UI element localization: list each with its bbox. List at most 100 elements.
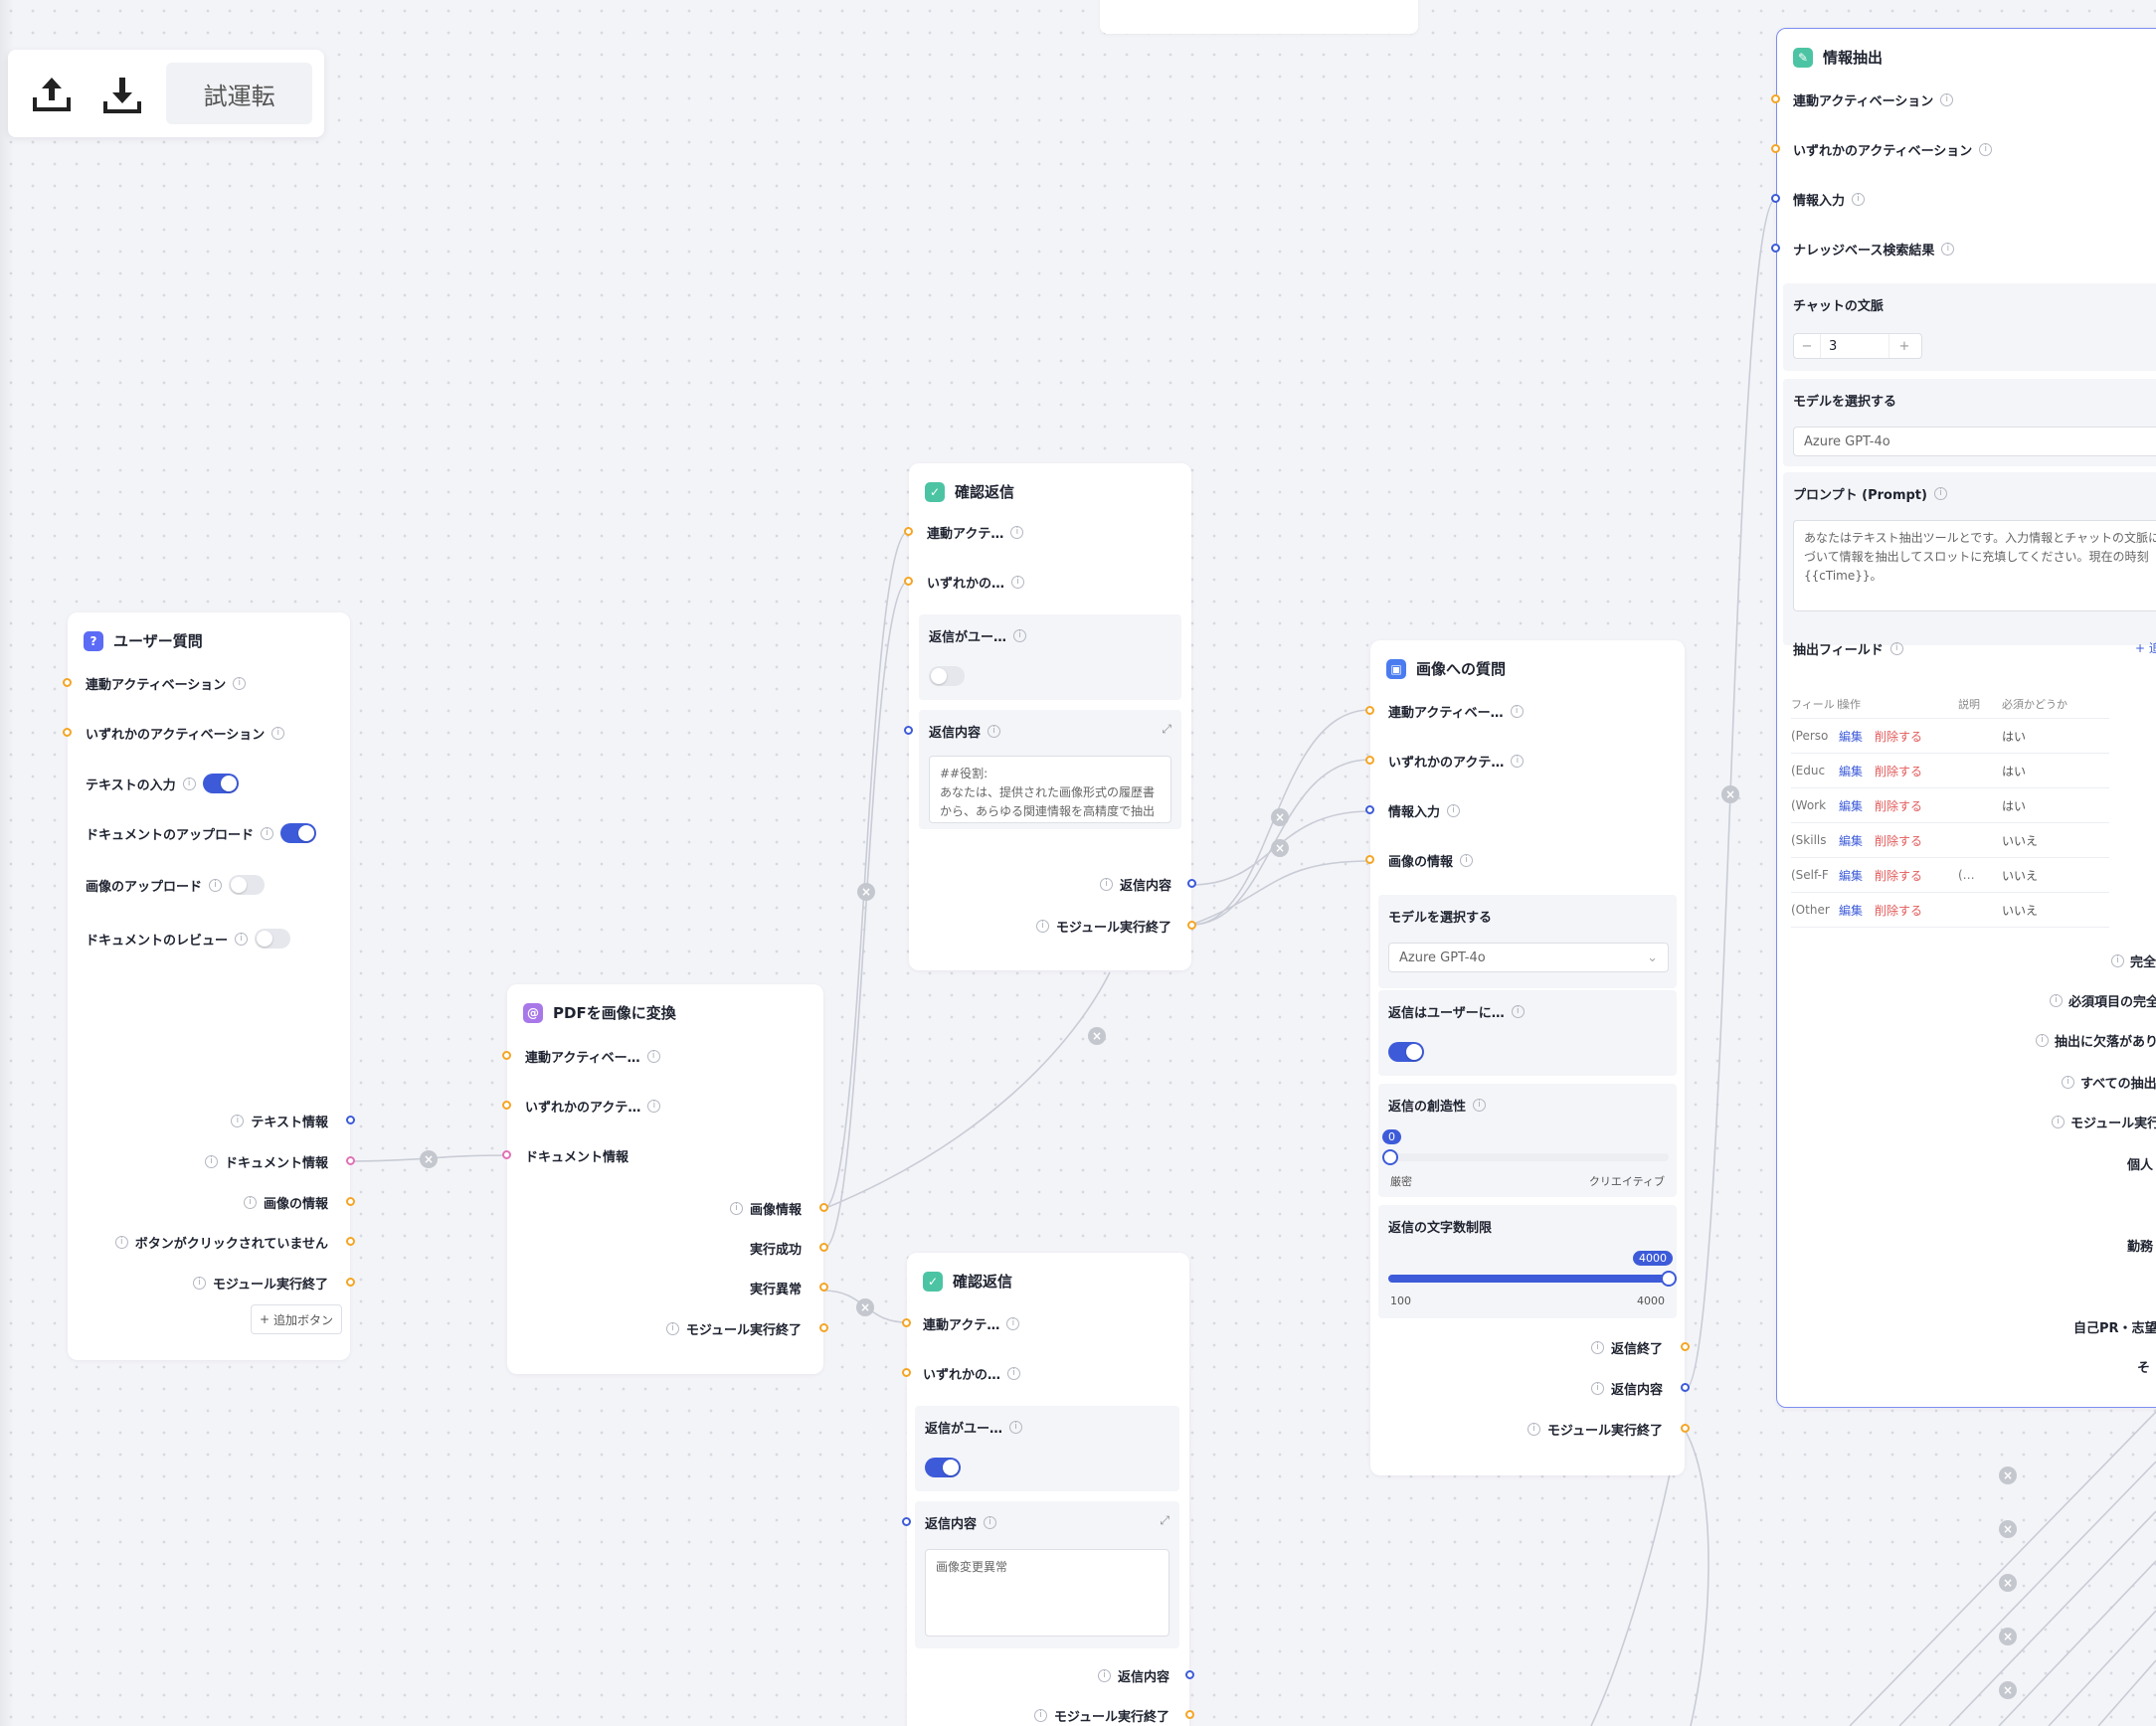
output-port[interactable] bbox=[1185, 1710, 1194, 1719]
creativity-slider-thumb[interactable] bbox=[1382, 1149, 1398, 1165]
input-port[interactable] bbox=[1365, 756, 1374, 765]
input-port[interactable] bbox=[502, 1101, 511, 1110]
output-port[interactable] bbox=[1681, 1424, 1690, 1433]
add-button[interactable]: + 追加ボタン bbox=[251, 1304, 342, 1334]
delete-link[interactable]: 削除する bbox=[1875, 832, 1922, 849]
remove-connection-icon[interactable]: × bbox=[1999, 1574, 2017, 1592]
test-run-button[interactable]: 試運転 bbox=[166, 63, 312, 124]
output-port[interactable] bbox=[819, 1283, 828, 1292]
reply-user-toggle[interactable] bbox=[1388, 1042, 1424, 1062]
node-confirm-reply-2[interactable]: ✓ 確認返信 連動アクテ… i いずれかの… i 返信がユー… i 返信内容 i ⤢ 画… bbox=[902, 1253, 1194, 1726]
remove-connection-icon[interactable]: × bbox=[1721, 785, 1739, 803]
input-port[interactable] bbox=[1771, 144, 1780, 153]
delete-link[interactable]: 削除する bbox=[1875, 867, 1922, 884]
expand-icon[interactable]: ⤢ bbox=[1160, 1513, 1169, 1528]
chevron-down-icon: ⌄ bbox=[1647, 949, 1658, 965]
output-port[interactable] bbox=[819, 1203, 828, 1212]
prompt-textarea[interactable]: あなたはテキスト抽出ツールとです。入力情報とチャットの文脈に基づいて情報を抽出し… bbox=[1793, 520, 2156, 611]
model-select[interactable]: Azure GPT-4o ⌄ bbox=[1388, 943, 1669, 972]
output-port[interactable] bbox=[819, 1243, 828, 1252]
edit-link[interactable]: 編集 bbox=[1839, 867, 1863, 884]
input-port[interactable] bbox=[502, 1051, 511, 1060]
output-port[interactable] bbox=[1681, 1383, 1690, 1392]
input-port[interactable] bbox=[904, 527, 913, 536]
delete-link[interactable]: 削除する bbox=[1875, 763, 1922, 779]
delete-link[interactable]: 削除する bbox=[1875, 728, 1922, 745]
remove-connection-icon[interactable]: × bbox=[1999, 1467, 2017, 1484]
remove-connection-icon[interactable]: × bbox=[857, 883, 875, 901]
remove-connection-icon[interactable]: × bbox=[1271, 839, 1289, 857]
remove-connection-icon[interactable]: × bbox=[1271, 808, 1289, 826]
output-port[interactable] bbox=[346, 1116, 355, 1124]
edit-link[interactable]: 編集 bbox=[1839, 728, 1863, 745]
node-pdf-to-image[interactable]: @ PDFを画像に変換 連動アクティベー… i いずれかのアクテ… i ドキュメント… bbox=[502, 984, 828, 1374]
edit-link[interactable]: 編集 bbox=[1839, 797, 1863, 814]
input-port[interactable] bbox=[902, 1318, 911, 1327]
limit-slider-thumb[interactable] bbox=[1661, 1271, 1677, 1287]
node-image-question[interactable]: ▣ 画像への質問 連動アクティベー… i いずれかのアクテ… i 情報入力 i 画像の… bbox=[1365, 640, 1690, 1475]
remove-connection-icon[interactable]: × bbox=[1088, 1027, 1106, 1045]
reply-user-toggle[interactable] bbox=[925, 1458, 961, 1477]
chat-context-stepper[interactable]: − 3 + bbox=[1793, 333, 1922, 359]
input-port[interactable] bbox=[63, 728, 72, 737]
download-icon[interactable] bbox=[90, 61, 155, 126]
input-port[interactable] bbox=[1771, 244, 1780, 253]
delete-link[interactable]: 削除する bbox=[1875, 902, 1922, 919]
input-port[interactable] bbox=[1771, 194, 1780, 203]
input-port[interactable] bbox=[904, 726, 913, 735]
output-port[interactable] bbox=[346, 1278, 355, 1287]
remove-connection-icon[interactable]: × bbox=[420, 1150, 438, 1168]
input-port[interactable] bbox=[902, 1517, 911, 1526]
input-label: ナレッジベース検索結果 bbox=[1793, 244, 1935, 259]
input-port[interactable] bbox=[63, 678, 72, 687]
edit-link[interactable]: 編集 bbox=[1839, 902, 1863, 919]
toggle-label: ドキュメントのレビュー bbox=[86, 933, 229, 949]
remove-connection-icon[interactable]: × bbox=[1999, 1520, 2017, 1538]
info-icon: i bbox=[231, 1115, 245, 1127]
image-upload-toggle[interactable] bbox=[229, 875, 266, 895]
input-port[interactable] bbox=[502, 1150, 511, 1159]
node-user-question[interactable]: ? ユーザー質問 連動アクティベーション i いずれかのアクティベーション i テキ… bbox=[63, 612, 355, 1360]
input-port[interactable] bbox=[902, 1368, 911, 1377]
upload-icon[interactable] bbox=[20, 61, 85, 126]
add-field-button[interactable]: + 追 bbox=[2135, 639, 2156, 656]
input-port[interactable] bbox=[904, 577, 913, 586]
text-input-toggle[interactable] bbox=[202, 774, 239, 793]
creativity-slider-track[interactable] bbox=[1388, 1153, 1669, 1161]
model-select[interactable]: Azure GPT-4o bbox=[1793, 427, 2156, 456]
output-port[interactable] bbox=[1187, 879, 1196, 888]
input-port[interactable] bbox=[1771, 94, 1780, 103]
output-row: i モジュール実行終了 bbox=[665, 1319, 802, 1338]
delete-link[interactable]: 削除する bbox=[1875, 797, 1922, 814]
output-port[interactable] bbox=[346, 1237, 355, 1246]
reply-user-toggle[interactable] bbox=[929, 666, 965, 686]
output-port[interactable] bbox=[346, 1197, 355, 1206]
remove-connection-icon[interactable]: × bbox=[1999, 1628, 2017, 1645]
document-review-toggle[interactable] bbox=[255, 929, 291, 949]
output-port[interactable] bbox=[819, 1323, 828, 1332]
reply-content-textarea[interactable]: ##役割: あなたは、提供された画像形式の履歴書から、あらゆる関連情報を高精度で… bbox=[929, 756, 1171, 823]
edit-link[interactable]: 編集 bbox=[1839, 763, 1863, 779]
edit-link[interactable]: 編集 bbox=[1839, 832, 1863, 849]
output-port[interactable] bbox=[1187, 921, 1196, 930]
remove-connection-icon[interactable]: × bbox=[1999, 1681, 2017, 1699]
output-label: 自己PR・志望 bbox=[2073, 1321, 2156, 1336]
info-icon: i bbox=[235, 932, 249, 946]
input-port[interactable] bbox=[1365, 706, 1374, 715]
node-info-extraction[interactable]: ✎ 情報抽出 連動アクティベーション i いずれかのアクティベーション i 情報入力… bbox=[1771, 28, 2156, 1408]
expand-icon[interactable]: ⤢ bbox=[1162, 722, 1171, 737]
node-confirm-reply-1[interactable]: ✓ 確認返信 連動アクテ… i いずれかの… i 返信がユー… i 返信内容 i ⤢ #… bbox=[904, 463, 1196, 970]
output-port[interactable] bbox=[1681, 1342, 1690, 1351]
input-port[interactable] bbox=[1365, 855, 1374, 864]
plus-icon[interactable]: + bbox=[1889, 339, 1919, 354]
remove-connection-icon[interactable]: × bbox=[856, 1298, 874, 1316]
chat-context-value[interactable]: 3 bbox=[1820, 334, 1889, 358]
reply-content-textarea[interactable]: 画像変更異常 bbox=[925, 1549, 1169, 1637]
minus-icon[interactable]: − bbox=[1794, 339, 1820, 354]
document-upload-toggle[interactable] bbox=[280, 823, 317, 843]
input-port[interactable] bbox=[1365, 805, 1374, 814]
info-icon: i bbox=[1979, 143, 1993, 156]
output-port[interactable] bbox=[1185, 1670, 1194, 1679]
output-port[interactable] bbox=[346, 1156, 355, 1165]
output-row: i 返信終了 bbox=[1590, 1338, 1663, 1357]
